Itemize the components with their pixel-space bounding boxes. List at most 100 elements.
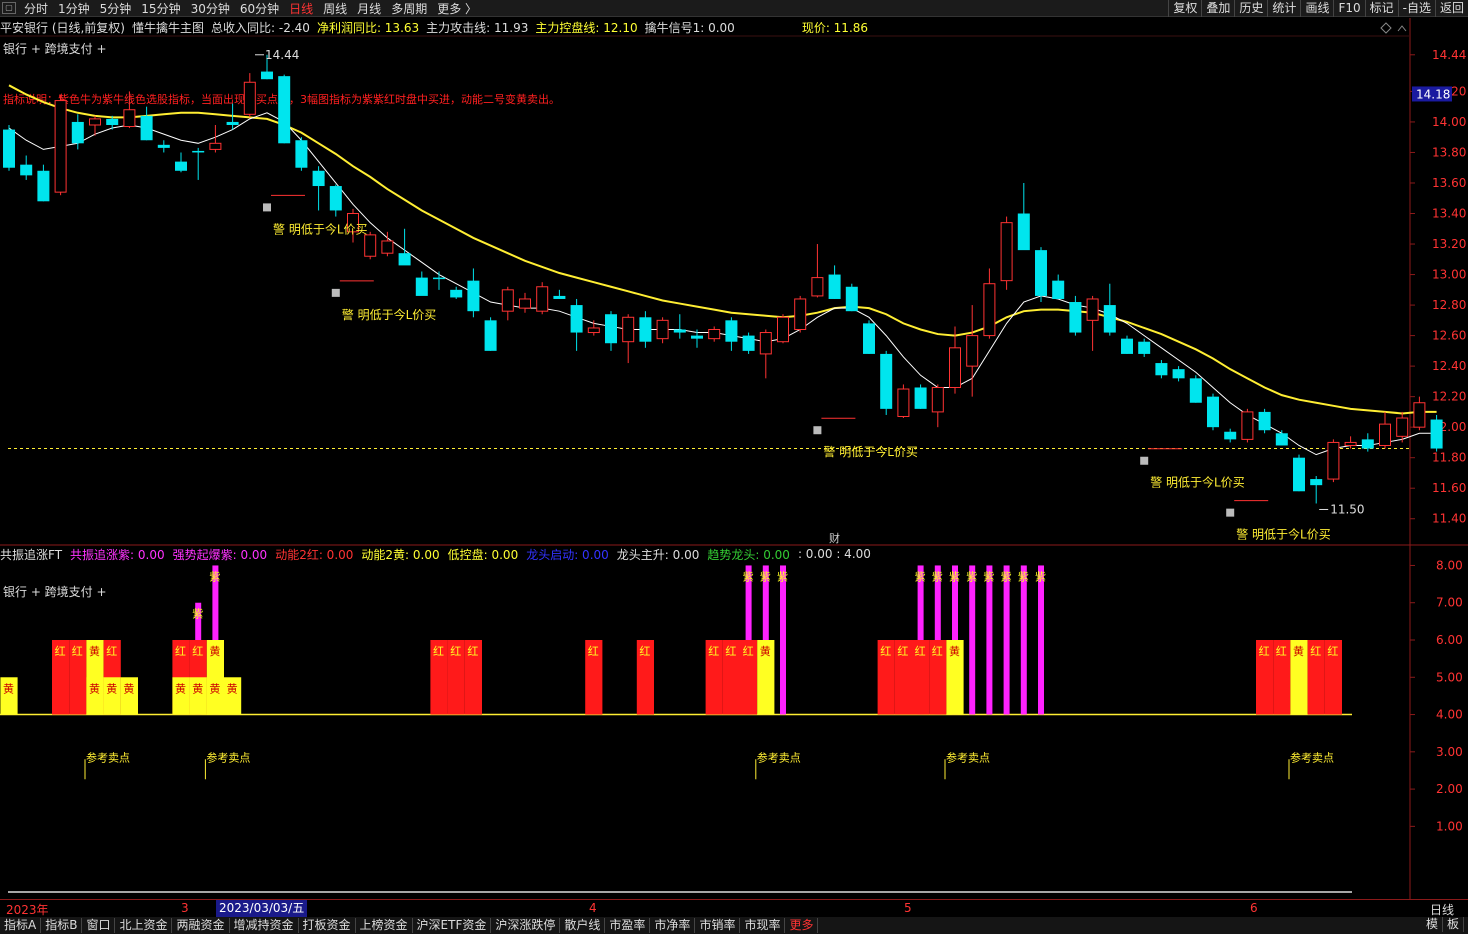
candle[interactable]	[1327, 439, 1340, 483]
candle[interactable]	[1258, 408, 1271, 434]
candle[interactable]	[949, 326, 961, 394]
candle[interactable]	[1241, 408, 1254, 443]
candle[interactable]	[1000, 216, 1013, 290]
bottom-tab-8[interactable]: 沪深ETF资金	[413, 918, 492, 933]
candle[interactable]	[157, 140, 170, 153]
candle[interactable]	[467, 268, 480, 318]
bottom-tab-15[interactable]: 更多	[785, 918, 819, 933]
price-tick-label: 12.20	[1432, 390, 1466, 404]
bottom-tab-6[interactable]: 打板资金	[299, 918, 356, 933]
bottom-tab-5[interactable]: 增减持资金	[230, 918, 299, 933]
bottom-right-0[interactable]: 模	[1422, 917, 1443, 932]
candle[interactable]	[553, 289, 566, 299]
candle[interactable]	[570, 298, 583, 351]
candle[interactable]	[1413, 396, 1426, 431]
candle[interactable]	[519, 292, 531, 313]
bottom-tab-13[interactable]: 市销率	[695, 918, 741, 933]
candle[interactable]	[1172, 366, 1185, 382]
candle[interactable]	[1052, 274, 1065, 299]
candle[interactable]	[536, 282, 549, 315]
price-chart[interactable]: 14.4414.2014.0013.8013.6013.4013.2013.00…	[0, 0, 1468, 899]
candle[interactable]	[1224, 428, 1237, 443]
candle[interactable]	[175, 152, 187, 173]
candle[interactable]	[1138, 338, 1151, 357]
bottom-right-1[interactable]: 板	[1443, 917, 1464, 932]
candle[interactable]	[966, 305, 979, 397]
bottom-tab-0[interactable]: 指标A	[0, 918, 42, 933]
candle[interactable]	[450, 286, 463, 299]
candle[interactable]	[1293, 454, 1305, 492]
candle[interactable]	[1275, 430, 1288, 446]
candle[interactable]	[433, 271, 445, 290]
candle[interactable]	[1103, 283, 1116, 336]
candle[interactable]	[622, 314, 635, 364]
candle[interactable]	[1310, 476, 1323, 504]
bottom-tab-14[interactable]: 市现率	[740, 918, 786, 933]
candle[interactable]	[501, 286, 514, 321]
candle[interactable]	[777, 314, 789, 344]
bottom-tab-9[interactable]: 沪深涨跌停	[491, 918, 561, 933]
bottom-tab-11[interactable]: 市盈率	[605, 918, 651, 933]
candle[interactable]	[1035, 247, 1047, 303]
candle[interactable]	[845, 283, 858, 312]
candle[interactable]	[1379, 411, 1391, 449]
candle[interactable]	[54, 94, 67, 196]
diamond-icon[interactable]	[1380, 22, 1392, 34]
candle[interactable]	[828, 265, 841, 299]
candle[interactable]	[1430, 414, 1443, 452]
candle[interactable]	[863, 320, 875, 354]
candle[interactable]	[880, 350, 893, 415]
bottom-tab-7[interactable]: 上榜资金	[356, 918, 413, 933]
candle[interactable]	[605, 311, 617, 351]
price-tick-label: 13.20	[1432, 237, 1466, 251]
candle[interactable]	[278, 74, 291, 144]
candle[interactable]	[140, 106, 153, 141]
candle[interactable]	[1207, 393, 1219, 431]
candle[interactable]	[295, 137, 308, 171]
bottom-tab-3[interactable]: 北上资金	[115, 918, 173, 933]
collapse-icon[interactable]	[1397, 25, 1407, 32]
candle[interactable]	[243, 73, 256, 118]
candle[interactable]	[484, 317, 497, 351]
candle[interactable]	[931, 384, 944, 428]
bottom-tab-4[interactable]: 两融资金	[172, 918, 230, 933]
candle[interactable]	[415, 271, 428, 296]
candle[interactable]	[381, 231, 394, 257]
bottom-tab-12[interactable]: 市净率	[650, 918, 696, 933]
indicator-bar-label: 紫	[1018, 570, 1029, 583]
candle[interactable]	[725, 317, 738, 351]
candle[interactable]	[1155, 360, 1168, 379]
bottom-tab-2[interactable]: 窗口	[82, 918, 116, 933]
candle[interactable]	[759, 329, 772, 379]
candle[interactable]	[811, 244, 824, 298]
candle[interactable]	[742, 332, 755, 354]
candle[interactable]	[20, 155, 33, 180]
candle[interactable]	[1086, 295, 1099, 351]
candle-body	[243, 81, 256, 115]
candle[interactable]	[312, 166, 325, 211]
candle[interactable]	[587, 320, 600, 336]
bottom-tab-10[interactable]: 散户线	[560, 918, 606, 933]
candle-body	[587, 327, 600, 334]
candle[interactable]	[123, 91, 136, 129]
candle[interactable]	[1121, 335, 1133, 354]
candle[interactable]	[708, 326, 721, 342]
candle[interactable]	[914, 384, 927, 409]
candle[interactable]	[794, 295, 807, 333]
candle[interactable]	[983, 268, 996, 339]
candle[interactable]	[3, 124, 15, 171]
candle-body	[398, 253, 411, 266]
candle[interactable]	[1069, 295, 1082, 336]
candle[interactable]	[37, 164, 50, 202]
candle[interactable]	[192, 147, 205, 180]
candle[interactable]	[639, 311, 652, 348]
candle[interactable]	[329, 184, 342, 217]
candle[interactable]	[1017, 182, 1030, 251]
candle[interactable]	[673, 314, 686, 339]
candle[interactable]	[1344, 436, 1357, 449]
candle[interactable]	[897, 384, 910, 419]
candle-body	[261, 71, 273, 80]
candle[interactable]	[656, 317, 669, 344]
candle[interactable]	[1189, 375, 1202, 403]
bottom-tab-1[interactable]: 指标B	[41, 918, 83, 933]
